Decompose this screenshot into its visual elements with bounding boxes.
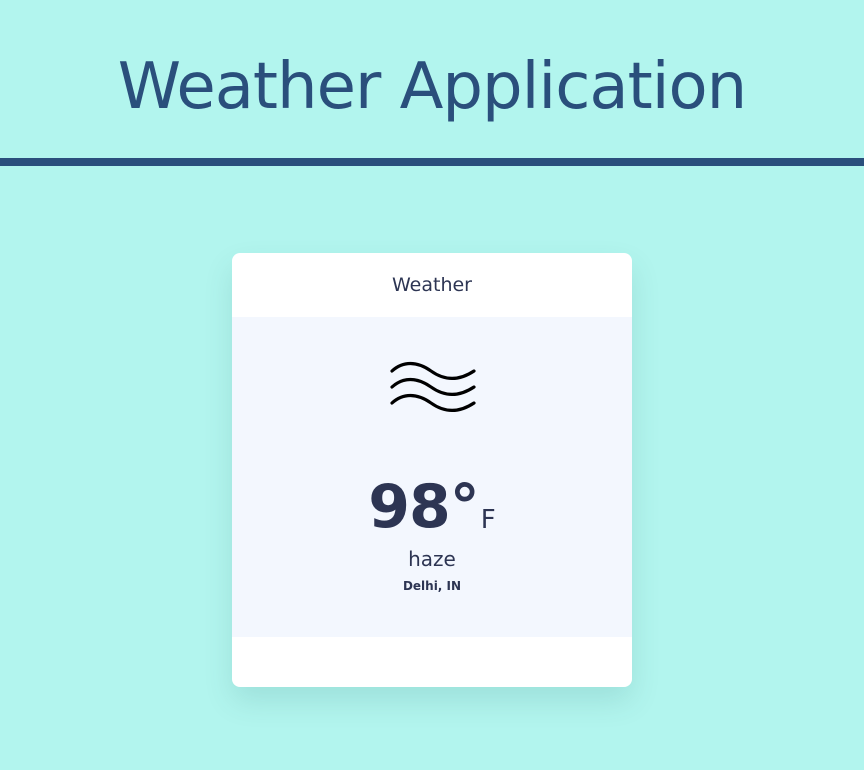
temperature-value: 98°	[368, 472, 479, 542]
haze-waves-icon	[390, 361, 476, 413]
location-label: Delhi, IN	[402, 579, 462, 593]
header-divider	[0, 158, 864, 166]
weather-condition: haze	[408, 547, 456, 571]
weather-card: Weather 98° F haze Delhi, IN	[232, 253, 632, 687]
card-header: Weather	[392, 274, 472, 296]
app-header: Weather Application	[0, 0, 864, 158]
temperature-unit: F	[480, 505, 496, 535]
card-body: 98° F haze Delhi, IN	[232, 317, 632, 637]
temperature-display: 98° F	[232, 477, 632, 537]
app-title: Weather Application	[117, 50, 747, 124]
